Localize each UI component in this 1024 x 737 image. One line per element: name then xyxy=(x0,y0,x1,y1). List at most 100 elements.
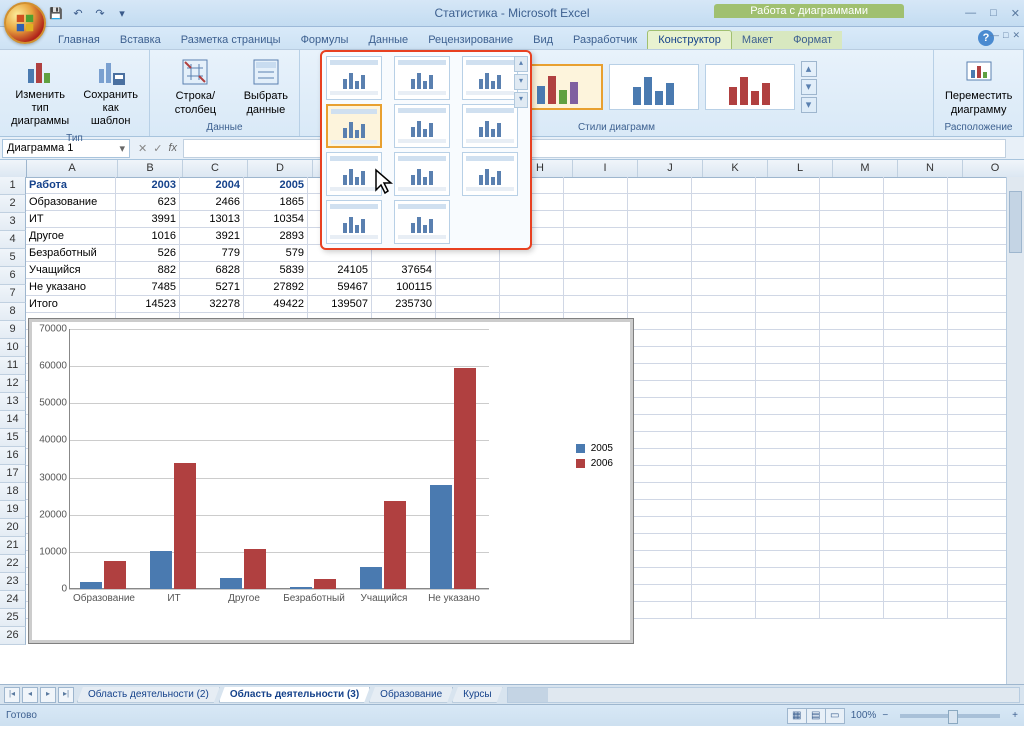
cell[interactable] xyxy=(820,211,884,228)
cell[interactable] xyxy=(948,313,1012,330)
cell[interactable] xyxy=(884,313,948,330)
cell[interactable] xyxy=(820,347,884,364)
cell[interactable] xyxy=(628,500,692,517)
row-header[interactable]: 13 xyxy=(0,393,26,411)
cell[interactable] xyxy=(692,585,756,602)
chart-layout-option[interactable] xyxy=(326,104,382,148)
cell[interactable]: 5271 xyxy=(180,279,244,296)
row-header[interactable]: 12 xyxy=(0,375,26,393)
cell[interactable] xyxy=(820,262,884,279)
tab-insert[interactable]: Вставка xyxy=(110,31,171,49)
cell[interactable] xyxy=(884,449,948,466)
row-header[interactable]: 25 xyxy=(0,609,26,627)
move-chart-button[interactable]: Переместить диаграмму xyxy=(940,53,1017,119)
chart-bar[interactable] xyxy=(220,578,242,589)
cell[interactable] xyxy=(756,347,820,364)
cell[interactable] xyxy=(948,398,1012,415)
sheet-tab[interactable]: Курсы xyxy=(452,687,502,703)
cell[interactable] xyxy=(628,279,692,296)
doc-restore[interactable]: □ xyxy=(1003,30,1008,41)
cell[interactable] xyxy=(948,211,1012,228)
cell[interactable] xyxy=(820,313,884,330)
close-button[interactable]: ✕ xyxy=(1011,7,1020,20)
cell[interactable] xyxy=(756,432,820,449)
cell[interactable] xyxy=(820,602,884,619)
cell[interactable] xyxy=(820,517,884,534)
cell[interactable] xyxy=(820,585,884,602)
cell[interactable] xyxy=(436,279,500,296)
view-normal-icon[interactable]: ▦ xyxy=(787,708,807,724)
cell[interactable] xyxy=(884,500,948,517)
tab-data[interactable]: Данные xyxy=(358,31,418,49)
cell[interactable] xyxy=(756,313,820,330)
tab-formulas[interactable]: Формулы xyxy=(291,31,359,49)
cell[interactable] xyxy=(884,228,948,245)
vertical-scrollbar[interactable] xyxy=(1006,177,1024,685)
cell[interactable] xyxy=(628,483,692,500)
cell[interactable] xyxy=(948,364,1012,381)
col-header[interactable]: O xyxy=(963,160,1024,177)
cell[interactable] xyxy=(948,432,1012,449)
gallery-more[interactable]: ▾ xyxy=(514,92,528,108)
col-header[interactable]: J xyxy=(638,160,703,177)
cell[interactable] xyxy=(692,500,756,517)
cell[interactable] xyxy=(948,381,1012,398)
row-header[interactable]: 17 xyxy=(0,465,26,483)
col-header[interactable]: I xyxy=(573,160,638,177)
horizontal-scrollbar[interactable] xyxy=(507,687,1020,703)
zoom-level[interactable]: 100% xyxy=(851,710,877,721)
cell[interactable]: 2003 xyxy=(116,177,180,194)
undo-icon[interactable]: ↶ xyxy=(70,5,86,21)
cell[interactable] xyxy=(692,398,756,415)
cell[interactable]: Безработный xyxy=(26,245,116,262)
row-header[interactable]: 8 xyxy=(0,303,26,321)
chart-bar[interactable] xyxy=(174,463,196,589)
cell[interactable] xyxy=(820,534,884,551)
cell[interactable] xyxy=(884,279,948,296)
row-header[interactable]: 16 xyxy=(0,447,26,465)
cell[interactable] xyxy=(692,364,756,381)
cell[interactable] xyxy=(948,330,1012,347)
zoom-out-button[interactable]: − xyxy=(882,710,888,721)
cell[interactable] xyxy=(628,262,692,279)
cell[interactable] xyxy=(692,296,756,313)
cell[interactable] xyxy=(756,415,820,432)
cell[interactable]: 49422 xyxy=(244,296,308,313)
chart-layout-option[interactable] xyxy=(326,200,382,244)
cell[interactable] xyxy=(756,517,820,534)
chart-bar[interactable] xyxy=(150,551,172,589)
chart-style-3[interactable] xyxy=(609,64,699,110)
sheet-nav-prev[interactable]: ◂ xyxy=(22,687,38,703)
col-header[interactable]: B xyxy=(118,160,183,177)
cell[interactable] xyxy=(884,330,948,347)
cell[interactable] xyxy=(756,296,820,313)
cell[interactable] xyxy=(948,585,1012,602)
chart-plot-area[interactable]: 010000200003000040000500006000070000Обра… xyxy=(69,329,489,589)
cell[interactable]: ИТ xyxy=(26,211,116,228)
cell[interactable] xyxy=(564,177,628,194)
cell[interactable] xyxy=(628,228,692,245)
cell[interactable]: 2004 xyxy=(180,177,244,194)
tab-design[interactable]: Конструктор xyxy=(647,30,732,49)
cell[interactable] xyxy=(884,177,948,194)
cell[interactable] xyxy=(692,381,756,398)
chart-layout-option[interactable] xyxy=(394,104,450,148)
cell[interactable] xyxy=(884,415,948,432)
cell[interactable]: 6828 xyxy=(180,262,244,279)
row-header[interactable]: 15 xyxy=(0,429,26,447)
cell[interactable] xyxy=(692,415,756,432)
select-all-cell[interactable] xyxy=(0,160,27,177)
cell[interactable] xyxy=(692,211,756,228)
chart-layout-option[interactable] xyxy=(394,152,450,196)
cell[interactable]: 100115 xyxy=(372,279,436,296)
cell[interactable] xyxy=(884,602,948,619)
row-header[interactable]: 23 xyxy=(0,573,26,591)
cell[interactable] xyxy=(692,347,756,364)
sheet-tab[interactable]: Область деятельности (2) xyxy=(77,687,220,703)
cell[interactable]: Учащийся xyxy=(26,262,116,279)
cell[interactable] xyxy=(948,262,1012,279)
cell[interactable]: 24105 xyxy=(308,262,372,279)
cell[interactable] xyxy=(756,449,820,466)
row-header[interactable]: 26 xyxy=(0,627,26,645)
cell[interactable] xyxy=(756,466,820,483)
